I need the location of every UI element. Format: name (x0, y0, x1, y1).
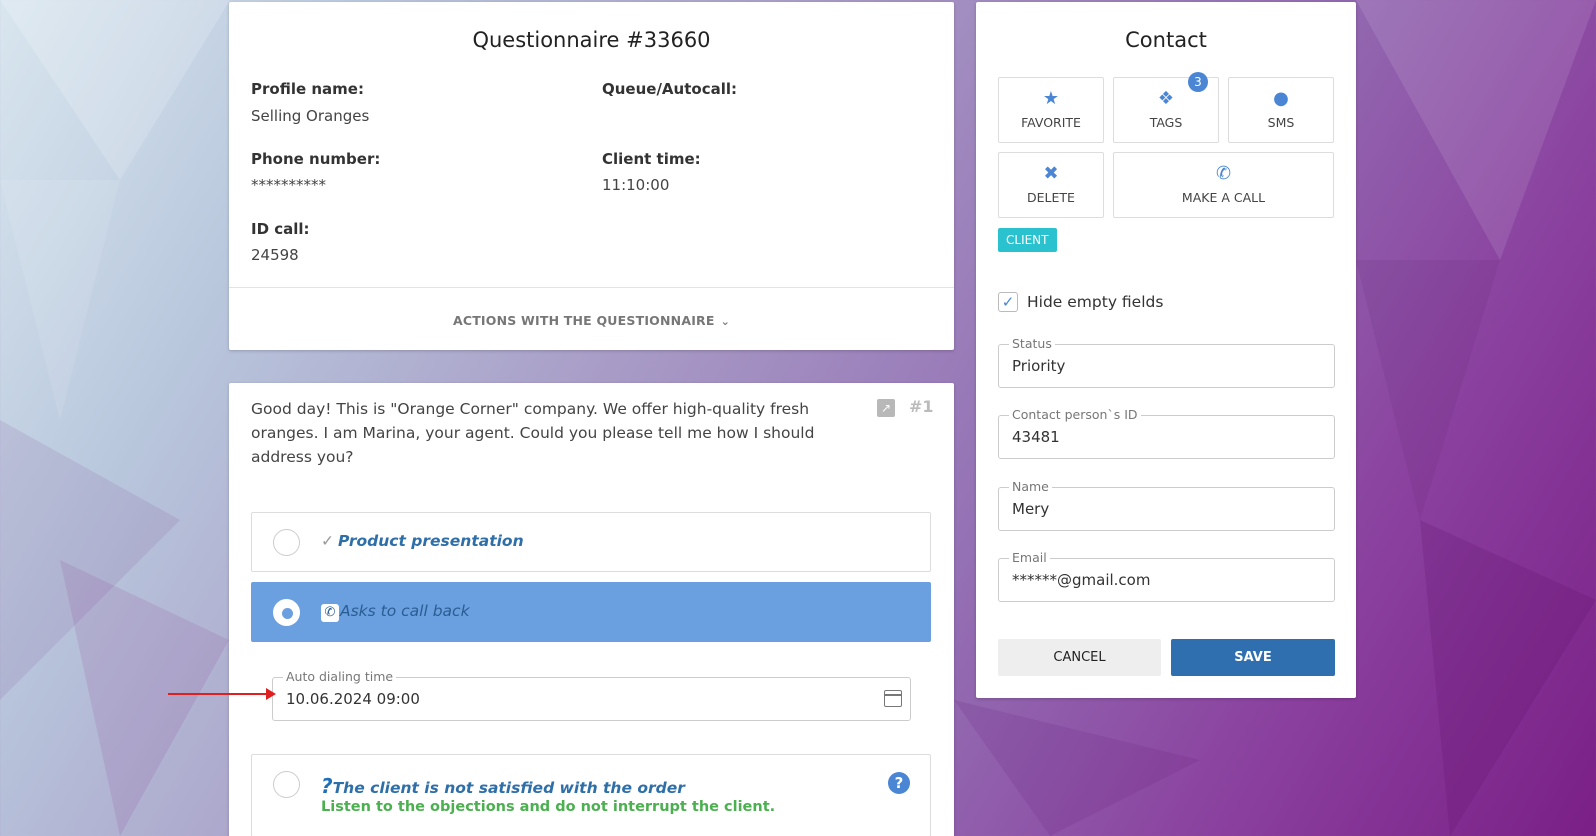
name-value: Mery (1012, 500, 1050, 518)
questionnaire-panel: Questionnaire #33660 Profile name: Selli… (229, 2, 954, 350)
option-label: ✆ Asks to call back (321, 602, 470, 622)
checkmark-icon: ✓ (1001, 293, 1015, 311)
open-external-icon[interactable]: ↗ (877, 399, 895, 417)
delete-button[interactable]: ✖ DELETE (998, 152, 1104, 218)
name-field[interactable]: Name Mery (998, 479, 1335, 531)
status-value: Priority (1012, 357, 1066, 375)
contact-id-field[interactable]: Contact person`s ID 43481 (998, 407, 1335, 459)
help-icon[interactable]: ? (888, 772, 910, 794)
client-time-value: 11:10:00 (602, 176, 670, 194)
phone-number-label: Phone number: (251, 150, 381, 168)
status-label: Status (1009, 336, 1055, 351)
favorite-label: FAVORITE (1021, 115, 1081, 130)
favorite-button[interactable]: ★ FAVORITE (998, 77, 1104, 143)
profile-name-value: Selling Oranges (251, 107, 370, 125)
client-tag[interactable]: CLIENT (998, 228, 1057, 252)
make-a-call-label: MAKE A CALL (1181, 190, 1266, 205)
id-call-value: 24598 (251, 246, 299, 264)
contact-title: Contact (1125, 28, 1207, 52)
script-panel: Good day! This is "Orange Corner" compan… (229, 383, 954, 836)
option-asks-to-call-back[interactable]: ✆ Asks to call back (251, 582, 931, 642)
client-time-label: Client time: (602, 150, 701, 168)
hide-empty-fields-checkbox[interactable]: ✓ (998, 292, 1018, 312)
contact-id-value: 43481 (1012, 428, 1060, 446)
divider (229, 287, 954, 288)
email-field[interactable]: Email ******@gmail.com (998, 550, 1335, 602)
option-radio[interactable] (273, 529, 300, 556)
auto-dialing-time-value: 10.06.2024 09:00 (286, 690, 420, 708)
delete-label: DELETE (1027, 190, 1075, 205)
make-a-call-button[interactable]: ✆ MAKE A CALL (1113, 152, 1334, 218)
cancel-button[interactable]: CANCEL (998, 639, 1161, 676)
phone-icon: ✆ (1215, 163, 1232, 184)
annotation-arrow (168, 688, 276, 700)
option-product-presentation[interactable]: ✓ Product presentation (251, 512, 931, 572)
auto-dialing-time-label: Auto dialing time (283, 669, 397, 684)
email-label: Email (1009, 550, 1050, 565)
tags-label: TAGS (1149, 115, 1183, 130)
option-radio-selected[interactable] (273, 599, 300, 626)
id-call-label: ID call: (251, 220, 310, 238)
actions-with-questionnaire-button[interactable]: ACTIONS WITH THE QUESTIONNAIRE ⌄ (229, 313, 954, 328)
auto-dialing-time-field[interactable]: Auto dialing time 10.06.2024 09:00 (272, 669, 911, 721)
phone-callback-icon: ✆ (321, 604, 339, 622)
email-value: ******@gmail.com (1012, 571, 1151, 589)
sms-button[interactable]: ● SMS (1228, 77, 1334, 143)
queue-autocall-label: Queue/Autocall: (602, 80, 737, 98)
close-icon: ✖ (1043, 163, 1059, 184)
hide-empty-fields-label: Hide empty fields (1027, 293, 1164, 311)
option-label: ✓ Product presentation (321, 532, 524, 550)
step-number: #1 (909, 397, 934, 416)
option-client-not-satisfied[interactable]: ?The client is not satisfied with the or… (251, 754, 931, 836)
tag-icon: ❖ (1157, 88, 1175, 109)
questionnaire-title: Questionnaire #33660 (472, 28, 711, 52)
chat-bubble-icon: ● (1273, 88, 1289, 109)
chevron-down-icon: ⌄ (720, 315, 731, 328)
contact-panel: Contact ★ FAVORITE ❖ TAGS 3 ● SMS ✖ DELE… (976, 2, 1356, 698)
save-button[interactable]: SAVE (1171, 639, 1335, 676)
calendar-icon[interactable] (884, 690, 902, 707)
option-radio[interactable] (273, 771, 300, 798)
actions-label: ACTIONS WITH THE QUESTIONNAIRE (452, 313, 715, 328)
question-icon: ? (321, 774, 333, 798)
option-subtext: Listen to the objections and do not inte… (321, 799, 776, 815)
profile-name-label: Profile name: (251, 80, 364, 98)
status-field[interactable]: Status Priority (998, 336, 1335, 388)
name-label: Name (1009, 479, 1052, 494)
script-text: Good day! This is "Orange Corner" compan… (251, 400, 815, 466)
tags-count-badge: 3 (1188, 72, 1208, 92)
option-label: ?The client is not satisfied with the or… (321, 774, 685, 798)
phone-number-value: ********** (251, 176, 326, 194)
checkmark-icon: ✓ (321, 532, 334, 550)
star-icon: ★ (1042, 88, 1060, 109)
contact-id-label: Contact person`s ID (1009, 407, 1141, 422)
sms-label: SMS (1267, 115, 1295, 130)
